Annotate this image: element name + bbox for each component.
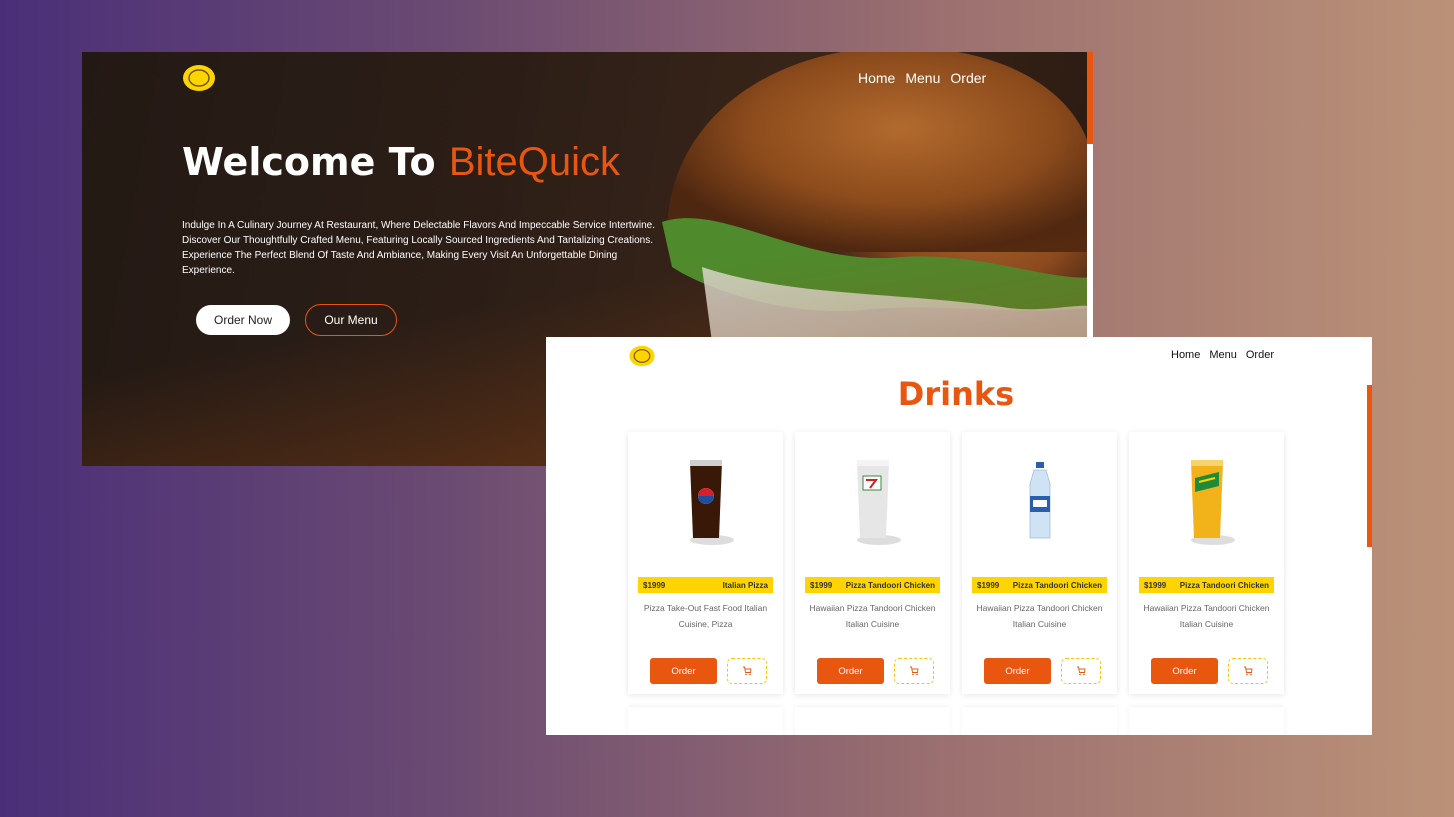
hero-nav: Home Menu Order <box>858 70 986 86</box>
nav-menu[interactable]: Menu <box>905 70 940 86</box>
order-now-button[interactable]: Order Now <box>196 305 290 335</box>
nav-order[interactable]: Order <box>950 70 986 86</box>
product-price: $1999 <box>643 580 666 590</box>
product-card <box>962 707 1117 735</box>
logo-icon[interactable] <box>182 64 216 92</box>
product-tag: $1999 Pizza Tandoori Chicken <box>805 577 940 593</box>
nav-order[interactable]: Order <box>1246 349 1274 361</box>
nav-home[interactable]: Home <box>858 70 895 86</box>
water-bottle-icon <box>1029 462 1050 539</box>
product-tag: $1999 Italian Pizza <box>638 577 773 593</box>
product-card: $1999 Pizza Tandoori Chicken Hawaiian Pi… <box>1129 432 1284 694</box>
product-image <box>795 450 950 550</box>
cart-icon <box>1077 666 1086 676</box>
product-card: $1999 Italian Pizza Pizza Take-Out Fast … <box>628 432 783 694</box>
add-to-cart-button[interactable] <box>894 658 934 684</box>
product-image <box>962 450 1117 550</box>
section-title: Drinks <box>897 375 1015 413</box>
product-card <box>795 707 950 735</box>
add-to-cart-button[interactable] <box>727 658 767 684</box>
logo-icon[interactable] <box>628 345 656 367</box>
product-name: Italian Pizza <box>722 580 768 590</box>
order-button[interactable]: Order <box>817 658 884 684</box>
cart-icon <box>910 666 919 676</box>
hero-title: Welcome To BiteQuick <box>182 140 620 185</box>
cart-icon <box>1244 666 1253 676</box>
product-image <box>1129 450 1284 550</box>
product-name: Pizza Tandoori Chicken <box>845 580 935 590</box>
cart-icon <box>743 666 752 676</box>
product-description: Hawaiian Pizza Tandoori Chicken Italian … <box>976 603 1103 629</box>
product-tag: $1999 Pizza Tandoori Chicken <box>972 577 1107 593</box>
product-tag: $1999 Pizza Tandoori Chicken <box>1139 577 1274 593</box>
product-name: Pizza Tandoori Chicken <box>1012 580 1102 590</box>
menu-screenshot: Home Menu Order Drinks $1999 Italian Piz… <box>546 337 1372 735</box>
order-button[interactable]: Order <box>1151 658 1218 684</box>
add-to-cart-button[interactable] <box>1061 658 1101 684</box>
order-button[interactable]: Order <box>650 658 717 684</box>
product-description: Hawaiian Pizza Tandoori Chicken Italian … <box>809 603 936 629</box>
menu-scrollbar[interactable] <box>1367 385 1372 547</box>
nav-home[interactable]: Home <box>1171 349 1200 361</box>
product-price: $1999 <box>977 580 1000 590</box>
product-card <box>628 707 783 735</box>
add-to-cart-button[interactable] <box>1228 658 1268 684</box>
product-card: $1999 Pizza Tandoori Chicken Hawaiian Pi… <box>795 432 950 694</box>
menu-nav: Home Menu Order <box>1171 349 1274 361</box>
product-description: Pizza Take-Out Fast Food Italian Cuisine… <box>643 603 768 629</box>
7up-glass-icon <box>856 460 901 545</box>
hero-description: Indulge In A Culinary Journey At Restaur… <box>182 220 656 276</box>
our-menu-button[interactable]: Our Menu <box>305 304 397 336</box>
mirinda-glass-icon <box>1190 460 1235 545</box>
product-description: Hawaiian Pizza Tandoori Chicken Italian … <box>1143 603 1270 629</box>
brand-name: BiteQuick <box>448 140 620 184</box>
product-card: $1999 Pizza Tandoori Chicken Hawaiian Pi… <box>962 432 1117 694</box>
hero-title-prefix: Welcome To <box>182 140 449 184</box>
order-button[interactable]: Order <box>984 658 1051 684</box>
pepsi-glass-icon <box>689 460 734 545</box>
product-image <box>628 450 783 550</box>
product-price: $1999 <box>1144 580 1167 590</box>
nav-menu[interactable]: Menu <box>1209 349 1237 361</box>
product-card <box>1129 707 1284 735</box>
product-name: Pizza Tandoori Chicken <box>1179 580 1269 590</box>
product-price: $1999 <box>810 580 833 590</box>
